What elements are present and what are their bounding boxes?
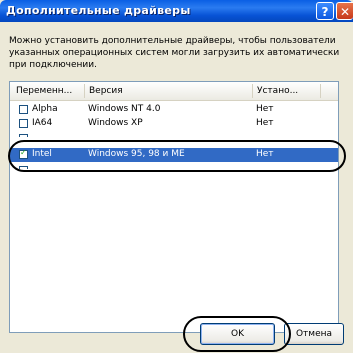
row-version: Windows NT 4.0 <box>88 104 161 114</box>
list-header: Переменн... Версия Устано... <box>10 82 338 101</box>
row-platform: IA64 <box>32 118 53 128</box>
row-version: Windows 95, 98 и ME <box>88 149 185 159</box>
row-checkbox[interactable] <box>19 134 28 137</box>
list-row-partial[interactable] <box>10 164 338 169</box>
column-divider[interactable] <box>84 84 85 98</box>
column-divider[interactable] <box>320 84 321 98</box>
column-header-version[interactable]: Версия <box>89 86 123 96</box>
cancel-button[interactable]: Отмена <box>284 323 344 345</box>
row-platform: Alpha <box>32 104 58 114</box>
close-button[interactable]: ✕ <box>336 2 353 20</box>
row-platform: Intel <box>32 149 52 159</box>
ok-button[interactable]: OK <box>200 323 275 345</box>
row-version: Windows XP <box>88 118 143 128</box>
list-row-partial[interactable] <box>10 132 338 137</box>
row-installed: Нет <box>256 118 274 128</box>
description-text: Можно установить дополнительные драйверы… <box>9 36 340 70</box>
title-bar: Дополнительные драйверы ? ✕ <box>0 0 353 22</box>
list-row-ia64[interactable]: IA64 Windows XP Нет <box>10 117 338 131</box>
list-row-intel[interactable]: Intel Windows 95, 98 и ME Нет <box>10 148 338 162</box>
row-installed: Нет <box>256 104 274 114</box>
drivers-list[interactable]: Переменн... Версия Устано... Alpha Windo… <box>9 81 339 333</box>
column-header-platform[interactable]: Переменн... <box>16 86 72 96</box>
row-installed: Нет <box>256 149 274 159</box>
window-title: Дополнительные драйверы <box>6 4 191 17</box>
row-checkbox[interactable] <box>19 105 28 114</box>
row-checkbox[interactable] <box>19 166 28 169</box>
row-checkbox-checked[interactable] <box>19 148 28 159</box>
additional-drivers-dialog: Дополнительные драйверы ? ✕ Можно устано… <box>0 0 353 353</box>
help-button[interactable]: ? <box>316 2 334 20</box>
column-divider[interactable] <box>252 84 253 98</box>
column-header-installed[interactable]: Устано... <box>257 86 298 96</box>
list-row-alpha[interactable]: Alpha Windows NT 4.0 Нет <box>10 103 338 117</box>
row-checkbox[interactable] <box>19 119 28 128</box>
